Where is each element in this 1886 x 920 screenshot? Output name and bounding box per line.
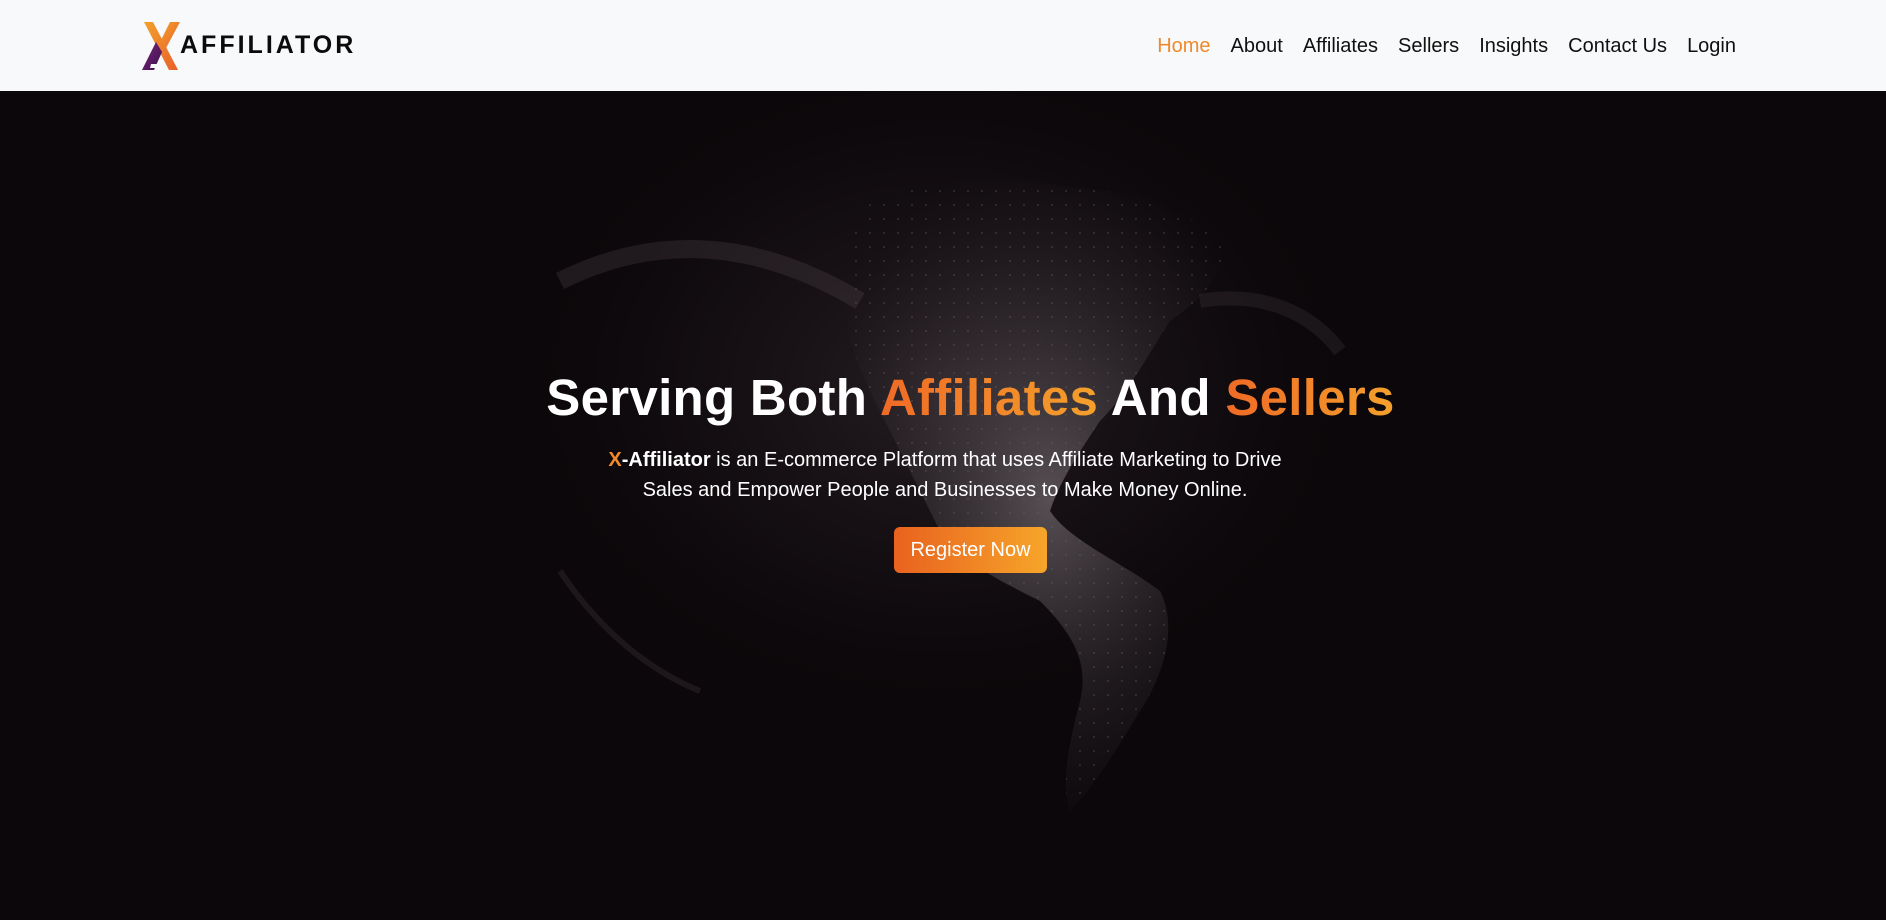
hero-content: Serving Both Affiliates And Sellers X-Af… [0,368,1886,573]
headline-accent-affiliates: Affiliates [879,369,1099,426]
headline-part2: And [1098,369,1226,426]
brand-logo-text: AFFILIATOR [180,31,357,59]
main-nav: Home About Affiliates Sellers Insights C… [1147,2,1746,90]
headline-accent-sellers: Sellers [1225,369,1395,426]
subtitle-line2: Sales and Empower People and Businesses … [642,479,1248,501]
x-affiliator-logo-icon [142,21,180,70]
brand-logo-link[interactable]: AFFILIATOR [140,20,356,72]
nav-home-link[interactable]: Home [1147,2,1220,90]
register-now-button[interactable]: Register Now [894,527,1047,573]
nav-about-link[interactable]: About [1221,2,1293,90]
subtitle-line1: is an E-commerce Platform that uses Affi… [710,449,1282,471]
nav-login-link[interactable]: Login [1677,2,1746,90]
hero-headline: Serving Both Affiliates And Sellers [55,368,1886,427]
nav-affiliates-link[interactable]: Affiliates [1293,2,1388,90]
nav-contact-link[interactable]: Contact Us [1558,2,1677,90]
subtitle-x: X [608,449,622,471]
navbar: AFFILIATOR Home About Affiliates Sellers… [0,0,1886,91]
hero-subtitle: X-Affiliator is an E-commerce Platform t… [585,445,1305,505]
nav-sellers-link[interactable]: Sellers [1388,2,1469,90]
subtitle-brand: -Affiliator [621,449,711,471]
headline-part1: Serving Both [546,369,880,426]
nav-insights-link[interactable]: Insights [1469,2,1558,90]
hero-section: Serving Both Affiliates And Sellers X-Af… [0,91,1886,920]
